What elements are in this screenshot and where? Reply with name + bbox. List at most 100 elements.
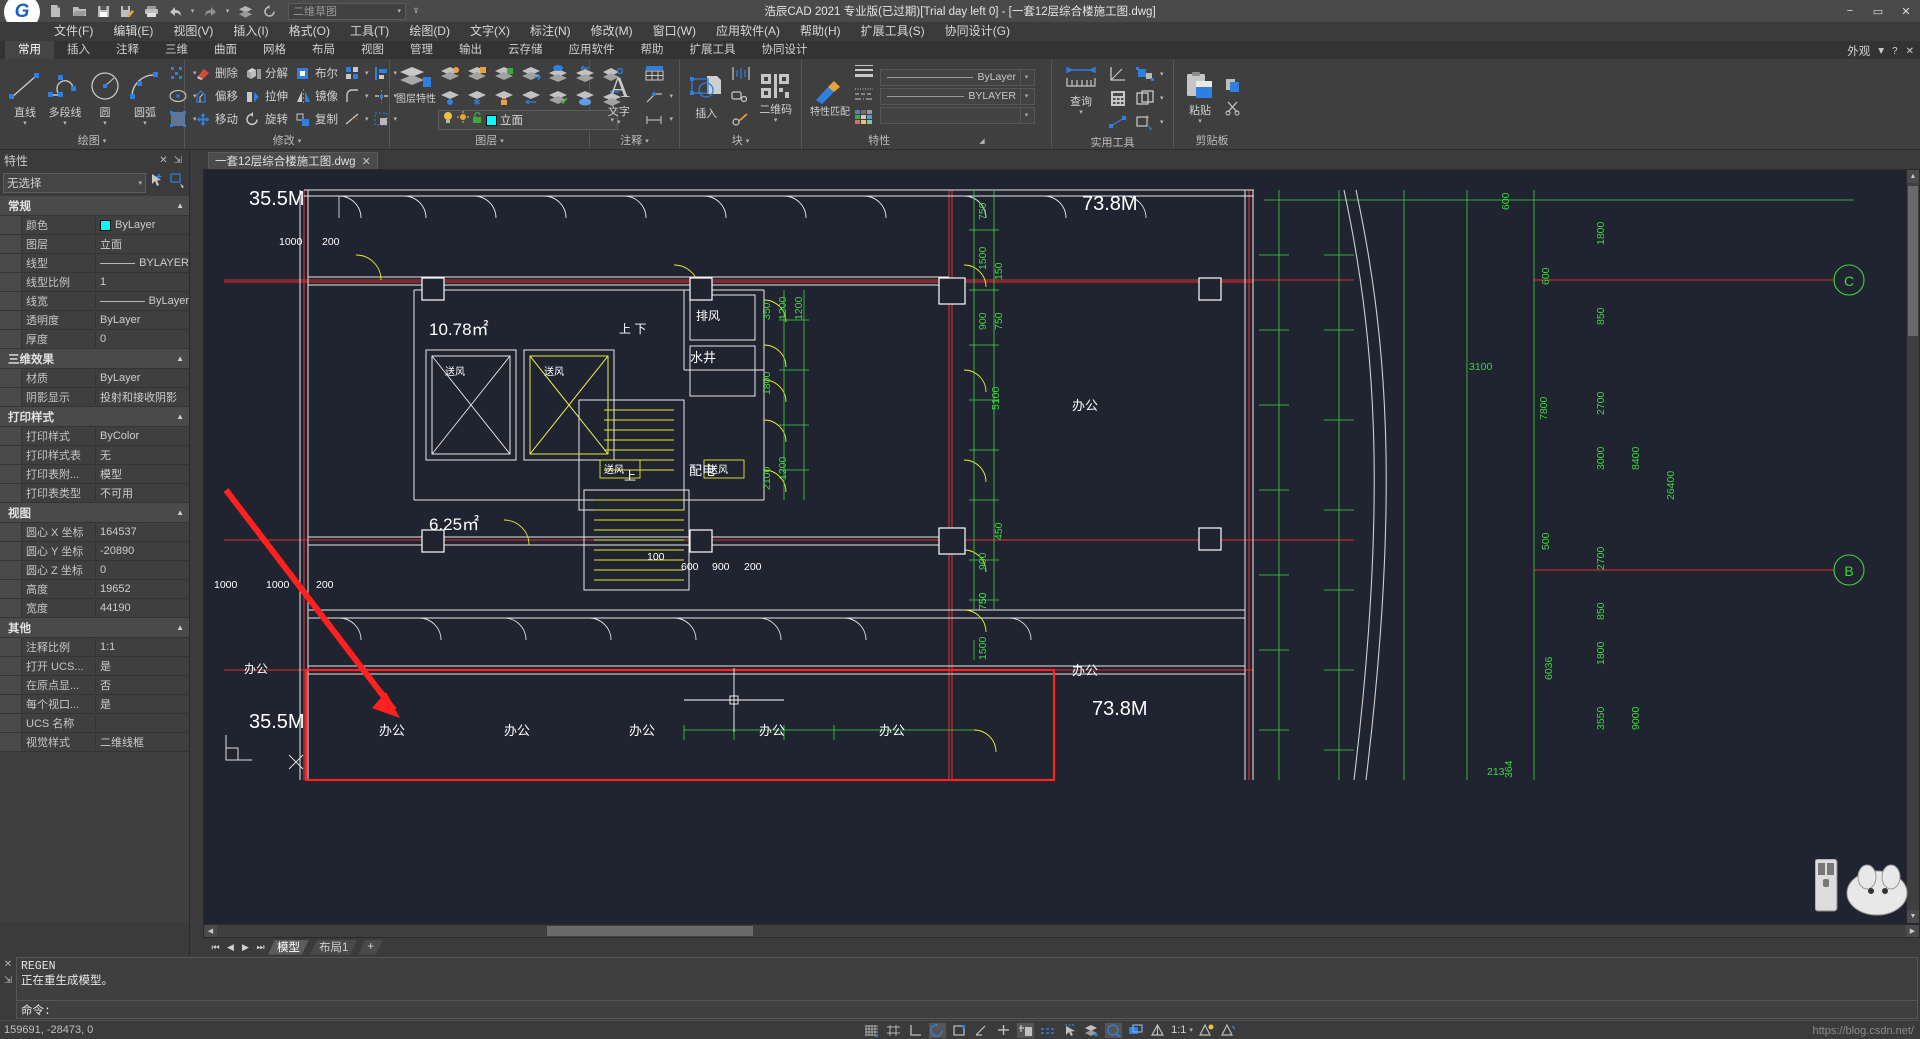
menu-item-help[interactable]: 帮助(H) <box>790 22 851 41</box>
annotation-monitor-icon[interactable] <box>1105 1023 1122 1038</box>
property-row-display-at-origin[interactable]: 在原点显... 否 <box>0 676 189 695</box>
annotation-leader-icon[interactable] <box>643 89 666 104</box>
menu-item-apps[interactable]: 应用软件(A) <box>706 22 790 41</box>
horizontal-scrollbar[interactable]: ◀ ▶ <box>204 924 1919 937</box>
property-row-center-y[interactable]: 圆心 Y 坐标 -20890 <box>0 542 189 561</box>
close-button[interactable]: ✕ <box>1892 0 1920 22</box>
draw-line-button[interactable]: 直线 ▾ <box>6 66 44 127</box>
calculator-icon[interactable] <box>1106 90 1130 107</box>
match-properties-button[interactable]: 特性匹配 <box>808 75 852 118</box>
modify-rotate-button[interactable]: 旋转 <box>243 111 290 127</box>
selection-dropdown[interactable]: 无选择 ▾ <box>3 173 146 193</box>
sun-icon[interactable] <box>457 111 469 129</box>
copy-clip-icon[interactable] <box>1222 77 1244 93</box>
property-row-shadow[interactable]: 阴影显示 投射和接收阴影 <box>0 388 189 407</box>
property-row-color[interactable]: 颜色 ByLayer <box>0 216 189 235</box>
menu-item-view[interactable]: 视图(V) <box>163 22 223 41</box>
layer-off-icon[interactable] <box>519 89 544 106</box>
query-button[interactable]: 查询 ▾ <box>1058 63 1104 116</box>
property-row-annotation-scale[interactable]: 注释比例 1:1 <box>0 638 189 657</box>
chevron-down-icon[interactable]: ▾ <box>1020 108 1032 123</box>
select-objects-icon[interactable] <box>169 172 186 194</box>
layer-unlock-icon[interactable] <box>492 65 517 82</box>
close-icon[interactable]: ✕ <box>1906 46 1914 57</box>
chevron-down-icon[interactable]: ▾ <box>1160 119 1164 126</box>
vertical-scroll-thumb[interactable] <box>1908 186 1918 336</box>
bulb-icon[interactable] <box>442 111 454 129</box>
pin-icon[interactable]: ⇲ <box>4 975 12 986</box>
ribbon-tab-cloud[interactable]: 云存储 <box>495 41 556 59</box>
property-row-transparency[interactable]: 透明度 ByLayer <box>0 311 189 330</box>
linetype-list-icon[interactable] <box>854 86 874 106</box>
ribbon-tab-output[interactable]: 输出 <box>446 41 495 59</box>
print-icon[interactable] <box>140 2 162 20</box>
chevron-down-icon[interactable]: ▾ <box>1020 70 1032 85</box>
drawing-canvas[interactable]: C B 35.5M 73.8M 73.8M 35.5M 10.78㎡ 6.25㎡ <box>203 169 1920 938</box>
chevron-up-icon[interactable]: ▲ <box>176 508 184 517</box>
object-linetype-dropdown[interactable]: BYLAYER ▾ <box>880 88 1035 105</box>
annotation-text-button[interactable]: A 文字 ▾ <box>596 67 641 126</box>
ribbon-tab-layout[interactable]: 布局 <box>299 41 348 59</box>
ribbon-tab-insert[interactable]: 插入 <box>54 41 103 59</box>
transparency-icon[interactable] <box>1061 1023 1078 1038</box>
annotation-dimension-icon[interactable] <box>643 112 666 127</box>
chevron-down-icon[interactable]: ▾ <box>365 93 369 100</box>
properties-group-general[interactable]: 常规▲ <box>0 196 189 216</box>
chevron-down-icon[interactable]: ▾ <box>645 138 649 145</box>
menu-item-format[interactable]: 格式(O) <box>279 22 340 41</box>
layer-on-icon[interactable] <box>438 89 463 106</box>
snap-grid-icon[interactable] <box>863 1023 880 1038</box>
layout-tab-model[interactable]: 模型 <box>268 940 309 955</box>
chevron-up-icon[interactable]: ▲ <box>176 201 184 210</box>
modify-boolean-button[interactable]: 布尔 <box>293 65 340 81</box>
chevron-down-icon[interactable]: ▾ <box>617 119 621 126</box>
pin-icon[interactable]: ⇲ <box>171 155 185 166</box>
ribbon-tab-manage[interactable]: 管理 <box>397 41 446 59</box>
chevron-down-icon[interactable]: ▾ <box>1198 118 1202 125</box>
select-similar-icon[interactable] <box>1133 66 1157 83</box>
refresh-icon[interactable] <box>258 2 280 20</box>
ribbon-tab-help[interactable]: 帮助 <box>628 41 677 59</box>
quickselect-icon[interactable] <box>1133 114 1157 131</box>
draw-arc-button[interactable]: 圆弧 ▾ <box>126 66 164 127</box>
property-row-per-viewport[interactable]: 每个视口... 是 <box>0 695 189 714</box>
save-icon[interactable] <box>92 2 114 20</box>
property-row-ucs-name[interactable]: UCS 名称 <box>0 714 189 733</box>
ribbon-tab-annotate[interactable]: 注释 <box>103 41 152 59</box>
workspace-switch-icon[interactable] <box>1127 1023 1144 1038</box>
chevron-down-icon[interactable]: ▾ <box>143 120 147 127</box>
area-icon[interactable] <box>1133 90 1157 107</box>
layout-first-button[interactable]: ⏮ <box>208 942 223 953</box>
ribbon-tab-surface[interactable]: 曲面 <box>201 41 250 59</box>
polar-tracking-icon[interactable] <box>929 1023 946 1038</box>
layer-freeze-icon[interactable] <box>465 65 490 82</box>
lineweight-icon[interactable] <box>1039 1023 1056 1038</box>
chevron-down-icon[interactable]: ▾ <box>365 70 369 77</box>
ribbon-tab-collaboration[interactable]: 协同设计 <box>749 41 821 59</box>
unlock-icon[interactable] <box>472 111 483 129</box>
chevron-down-icon[interactable]: ▾ <box>138 180 142 187</box>
modify-align-button[interactable] <box>372 66 391 81</box>
maximize-button[interactable]: ▭ <box>1864 0 1892 22</box>
layers-icon[interactable] <box>234 2 256 20</box>
layer-change-icon[interactable] <box>546 65 571 82</box>
qat-customize-chevron-down-icon[interactable]: ⊽ <box>408 2 424 20</box>
object-lineweight-dropdown[interactable]: ▾ <box>880 107 1035 124</box>
layer-properties-button[interactable]: 图层特性 <box>396 62 436 105</box>
workspace-combo[interactable]: 二维草图 ▾ <box>288 3 406 20</box>
block-qrcode-button[interactable]: 二维码 ▾ <box>756 69 795 124</box>
properties-palette-tabstrip[interactable] <box>190 150 203 956</box>
lineweight-list-icon[interactable] <box>854 63 874 83</box>
property-row-plotstyle-attached[interactable]: 打印表附... 模型 <box>0 465 189 484</box>
chevron-down-icon[interactable]: ▾ <box>365 116 369 123</box>
modify-array-button[interactable] <box>343 66 362 81</box>
open-folder-icon[interactable] <box>68 2 90 20</box>
ribbon-tab-3d[interactable]: 三维 <box>152 41 201 59</box>
menu-item-dimension[interactable]: 标注(N) <box>520 22 581 41</box>
properties-group-3d[interactable]: 三维效果▲ <box>0 349 189 369</box>
save-as-icon[interactable] <box>116 2 138 20</box>
properties-group-misc[interactable]: 其他▲ <box>0 618 189 638</box>
properties-group-view[interactable]: 视图▲ <box>0 503 189 523</box>
property-row-visual-style[interactable]: 视觉样式 二维线框 <box>0 733 189 752</box>
draw-circle-button[interactable]: 圆 ▾ <box>86 66 124 127</box>
